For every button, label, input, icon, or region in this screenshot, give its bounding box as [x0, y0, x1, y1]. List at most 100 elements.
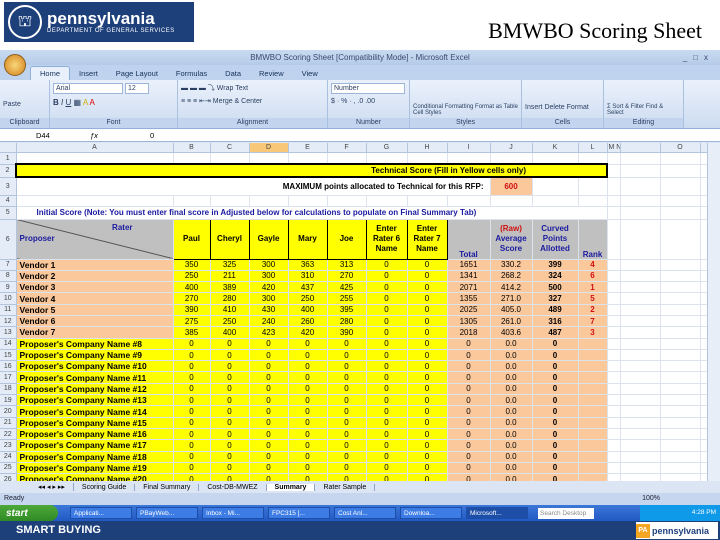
- cell[interactable]: [700, 152, 707, 165]
- column-header[interactable]: D: [249, 143, 289, 153]
- row-header[interactable]: 2: [0, 164, 17, 178]
- rater-score[interactable]: 0: [288, 462, 328, 475]
- cell[interactable]: [620, 219, 661, 260]
- cell[interactable]: [620, 259, 661, 271]
- rater-score[interactable]: 280: [327, 315, 367, 328]
- rater-score[interactable]: 0: [366, 473, 408, 481]
- rater-score[interactable]: 0: [407, 462, 448, 475]
- rater-score[interactable]: 0: [327, 428, 367, 441]
- row-header[interactable]: 9: [0, 281, 17, 294]
- cell[interactable]: [620, 349, 661, 362]
- rater-score[interactable]: 420: [249, 281, 289, 294]
- rater-score[interactable]: 0: [249, 371, 289, 384]
- row-header[interactable]: 16: [0, 360, 17, 373]
- cell[interactable]: [620, 206, 661, 220]
- column-header[interactable]: P: [700, 143, 707, 153]
- row-header[interactable]: 5: [0, 206, 17, 220]
- cell[interactable]: [700, 417, 707, 429]
- tab-review[interactable]: Review: [250, 67, 293, 80]
- cell[interactable]: [607, 462, 621, 475]
- cell[interactable]: [660, 462, 701, 475]
- cell[interactable]: [407, 152, 448, 165]
- proposer-name[interactable]: Proposer's Company Name #11: [16, 371, 174, 384]
- row-header[interactable]: 14: [0, 338, 17, 350]
- rater-score[interactable]: 0: [407, 338, 448, 350]
- cell[interactable]: [660, 371, 701, 384]
- cell[interactable]: [607, 349, 621, 362]
- rater-score[interactable]: 0: [249, 439, 289, 452]
- rater-score[interactable]: 0: [288, 428, 328, 441]
- cell[interactable]: [700, 281, 707, 294]
- rater-score[interactable]: 0: [249, 383, 289, 396]
- rater-score[interactable]: 410: [210, 304, 250, 316]
- rater-score[interactable]: 0: [327, 394, 367, 407]
- rater-score[interactable]: 0: [210, 439, 250, 452]
- cell[interactable]: [620, 177, 661, 196]
- column-header[interactable]: I: [447, 143, 491, 153]
- cell[interactable]: [660, 304, 701, 316]
- cell[interactable]: [700, 315, 707, 328]
- rater-score[interactable]: 0: [173, 462, 211, 475]
- proposer-name[interactable]: Proposer's Company Name #9: [16, 349, 174, 362]
- cell[interactable]: [607, 439, 621, 452]
- name-box[interactable]: D44: [0, 131, 90, 140]
- cell[interactable]: [700, 270, 707, 283]
- max-points-value[interactable]: 600: [490, 177, 533, 196]
- rater-score[interactable]: 0: [366, 383, 408, 396]
- sheet-tab[interactable]: Cost-DB-MWEZ: [199, 483, 267, 491]
- cell[interactable]: [620, 405, 661, 418]
- insert-button[interactable]: Insert: [525, 104, 543, 111]
- formula-input[interactable]: 0: [150, 131, 154, 140]
- cell[interactable]: [210, 152, 250, 165]
- vertical-scrollbar[interactable]: [707, 143, 720, 481]
- rater-score[interactable]: 0: [288, 383, 328, 396]
- cell[interactable]: [607, 177, 621, 196]
- proposer-name[interactable]: Vendor 2: [16, 270, 174, 283]
- sheet-tab[interactable]: Scoring Guide: [74, 483, 136, 491]
- paste-button[interactable]: Paste: [3, 101, 46, 108]
- row-header[interactable]: 18: [0, 383, 17, 396]
- cell[interactable]: [173, 152, 211, 165]
- cell[interactable]: [607, 206, 621, 220]
- cell[interactable]: [620, 360, 661, 373]
- rater-score[interactable]: 0: [327, 360, 367, 373]
- cell[interactable]: [620, 195, 661, 207]
- row-header[interactable]: 15: [0, 349, 17, 362]
- cell[interactable]: [700, 394, 707, 407]
- rater-score[interactable]: 0: [288, 338, 328, 350]
- column-header[interactable]: G: [366, 143, 408, 153]
- column-header[interactable]: F: [327, 143, 367, 153]
- cell[interactable]: [620, 338, 661, 350]
- rater-score[interactable]: 0: [366, 360, 408, 373]
- rater-name-header[interactable]: Enter Rater 6 Name: [365, 218, 408, 260]
- cell[interactable]: [607, 360, 621, 373]
- rater-score[interactable]: 0: [249, 473, 289, 481]
- rater-score[interactable]: 0: [173, 428, 211, 441]
- cell[interactable]: [660, 270, 701, 283]
- proposer-name[interactable]: Vendor 5: [16, 304, 174, 316]
- cell[interactable]: [607, 195, 621, 207]
- proposer-name[interactable]: Proposer's Company Name #17: [16, 439, 174, 452]
- rater-score[interactable]: 280: [210, 292, 250, 305]
- proposer-name[interactable]: Vendor 3: [16, 281, 174, 294]
- rater-score[interactable]: 430: [249, 304, 289, 316]
- cell[interactable]: [607, 417, 621, 429]
- cell[interactable]: [249, 152, 289, 165]
- cell[interactable]: [607, 428, 621, 441]
- rater-score[interactable]: 300: [249, 259, 289, 271]
- rater-score[interactable]: 0: [288, 439, 328, 452]
- rater-score[interactable]: 0: [366, 371, 408, 384]
- align-buttons[interactable]: ▬ ▬ ▬ ⤵: [181, 85, 215, 92]
- cell[interactable]: [327, 195, 367, 207]
- office-button[interactable]: [4, 54, 26, 76]
- rater-score[interactable]: 0: [249, 417, 289, 429]
- row-header[interactable]: 26: [0, 473, 17, 481]
- cell[interactable]: [620, 451, 661, 463]
- cell[interactable]: [490, 195, 533, 207]
- column-header[interactable]: A: [16, 143, 174, 153]
- rater-score[interactable]: 400: [288, 304, 328, 316]
- cell[interactable]: [490, 152, 533, 165]
- rater-score[interactable]: 310: [288, 270, 328, 283]
- rater-score[interactable]: 0: [288, 417, 328, 429]
- rater-name-header[interactable]: Paul: [172, 218, 211, 260]
